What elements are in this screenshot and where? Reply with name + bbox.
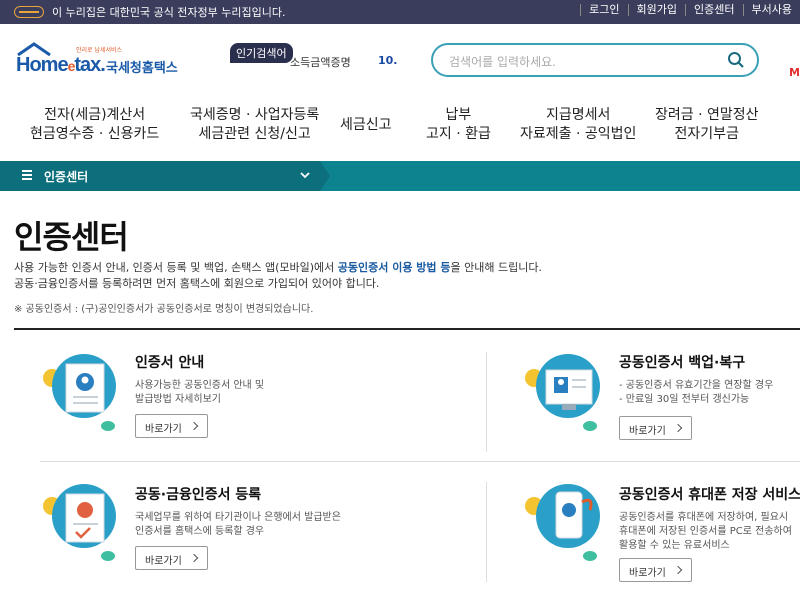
card-title: 공동인증서 휴대폰 저장 서비스 (619, 487, 800, 503)
card-cert-register: 공동·금융인증서 등록 국세업무를 위하여 타기관이나 은행에서 발급받은 인증서… (40, 484, 400, 604)
certificate-check-icon (43, 484, 116, 561)
popular-keyword[interactable]: 소득금액증명 (290, 54, 351, 70)
search-icon[interactable] (727, 51, 745, 69)
nav-e-invoice[interactable]: 전자(세금)계산서 현금영수증 · 신용카드 (30, 106, 159, 144)
certificate-document-icon (43, 354, 116, 431)
search-placeholder: 검색어를 입력하세요. (449, 55, 556, 69)
page-note: ※ 공동인증서 : (구)공인인증서가 공동인증서로 명칭이 변경되었습니다. (14, 304, 314, 315)
monitor-certificate-icon (525, 354, 600, 431)
popular-keyword-rank: 10. (378, 54, 398, 67)
chevron-down-icon (300, 172, 310, 179)
breadcrumb-label: 인증센터 (44, 170, 89, 184)
phone-certificate-icon (525, 484, 600, 561)
usage-guide-link[interactable]: 공동인증서 이용 방법 등 (338, 261, 451, 274)
page-description: 사용 가능한 인증서 안내, 인증서 등록 및 백업, 손택스 앱(모바일)에서… (14, 261, 542, 290)
logo-korean-name: 국세청홈택스 (106, 61, 178, 76)
logo-wordmark: Homeetax. (16, 54, 106, 76)
cert-center-link[interactable]: 인증센터 (685, 4, 742, 16)
nav-payment-statement[interactable]: 지급명세서 자료제출 · 공익법인 (520, 106, 636, 144)
card-title: 공동인증서 백업·복구 (619, 355, 746, 371)
egov-logo-icon (14, 6, 44, 18)
card-separator (486, 352, 487, 452)
site-header: 안리로 납세서비스 Homeetax. 국세청홈택스 인기검색어 소득금액증명 … (0, 24, 800, 94)
nav-incentive[interactable]: 장려금 · 연말정산 전자기부금 (655, 106, 759, 144)
divider (14, 328, 800, 330)
login-link[interactable]: 로그인 (580, 4, 627, 16)
breadcrumb: 인증센터 (0, 161, 800, 191)
page-title: 인증센터 (14, 218, 129, 256)
breadcrumb-arrow (320, 161, 330, 191)
card-text: - 공동인증서 유효기간을 연장할 경우 - 만료일 30일 전부터 갱신가능 (619, 380, 774, 405)
card-row-separator (40, 461, 800, 462)
card-separator (486, 482, 487, 582)
card-title: 공동·금융인증서 등록 (135, 487, 262, 503)
go-button[interactable]: 바로가기 (619, 416, 692, 440)
menu-icon (22, 170, 32, 181)
go-button[interactable]: 바로가기 (619, 558, 692, 582)
nav-certificate[interactable]: 국세증명 · 사업자등록 세금관련 신청/신고 (190, 106, 319, 144)
card-title: 인증서 안내 (135, 355, 205, 371)
logo-tagline: 안리로 납세서비스 (76, 47, 123, 54)
header-right-label: M (789, 66, 800, 79)
gov-notice: 이 누리집은 대한민국 공식 전자정부 누리집입니다. (14, 4, 286, 20)
go-button[interactable]: 바로가기 (135, 546, 208, 570)
card-cert-guide: 인증서 안내 사용가능한 공동인증서 안내 및 발급방법 자세히보기 바로가기 (40, 352, 400, 472)
go-button[interactable]: 바로가기 (135, 414, 208, 438)
breadcrumb-menu[interactable]: 인증센터 (0, 161, 320, 191)
signup-link[interactable]: 회원가입 (627, 4, 685, 16)
card-text: 국세업무를 위하여 타기관이나 은행에서 발급받은 인증서를 홈택스에 등록할 경… (135, 512, 341, 537)
gov-banner: 이 누리집은 대한민국 공식 전자정부 누리집입니다. 로그인 회원가입 인증센… (0, 0, 800, 24)
hometax-logo[interactable]: 안리로 납세서비스 Homeetax. 국세청홈택스 (16, 42, 186, 82)
gov-notice-text: 이 누리집은 대한민국 공식 전자정부 누리집입니다. (52, 6, 286, 19)
nav-payment[interactable]: 납부 고지 · 환급 (426, 106, 491, 144)
card-text: 사용가능한 공동인증서 안내 및 발급방법 자세히보기 (135, 380, 265, 405)
main-nav: 전자(세금)계산서 현금영수증 · 신용카드 국세증명 · 사업자등록 세금관련 신… (0, 94, 800, 161)
utility-links: 로그인 회원가입 인증센터 부서사용 (580, 4, 800, 16)
dept-user-link[interactable]: 부서사용 (742, 4, 800, 16)
card-phone-storage: 공동인증서 휴대폰 저장 서비스 공동인증서를 휴대폰에 저장하여, 필요시 휴대… (524, 484, 800, 604)
popular-search-label: 인기검색어 (230, 43, 293, 63)
card-text: 공동인증서를 휴대폰에 저장하여, 필요시 휴대폰에 저장된 인증서를 PC로 전… (619, 512, 792, 551)
nav-tax-filing[interactable]: 세금신고 (340, 116, 392, 135)
search-input[interactable]: 검색어를 입력하세요. (431, 43, 759, 77)
card-cert-backup: 공동인증서 백업·복구 - 공동인증서 유효기간을 연장할 경우 - 만료일 30… (524, 352, 800, 472)
